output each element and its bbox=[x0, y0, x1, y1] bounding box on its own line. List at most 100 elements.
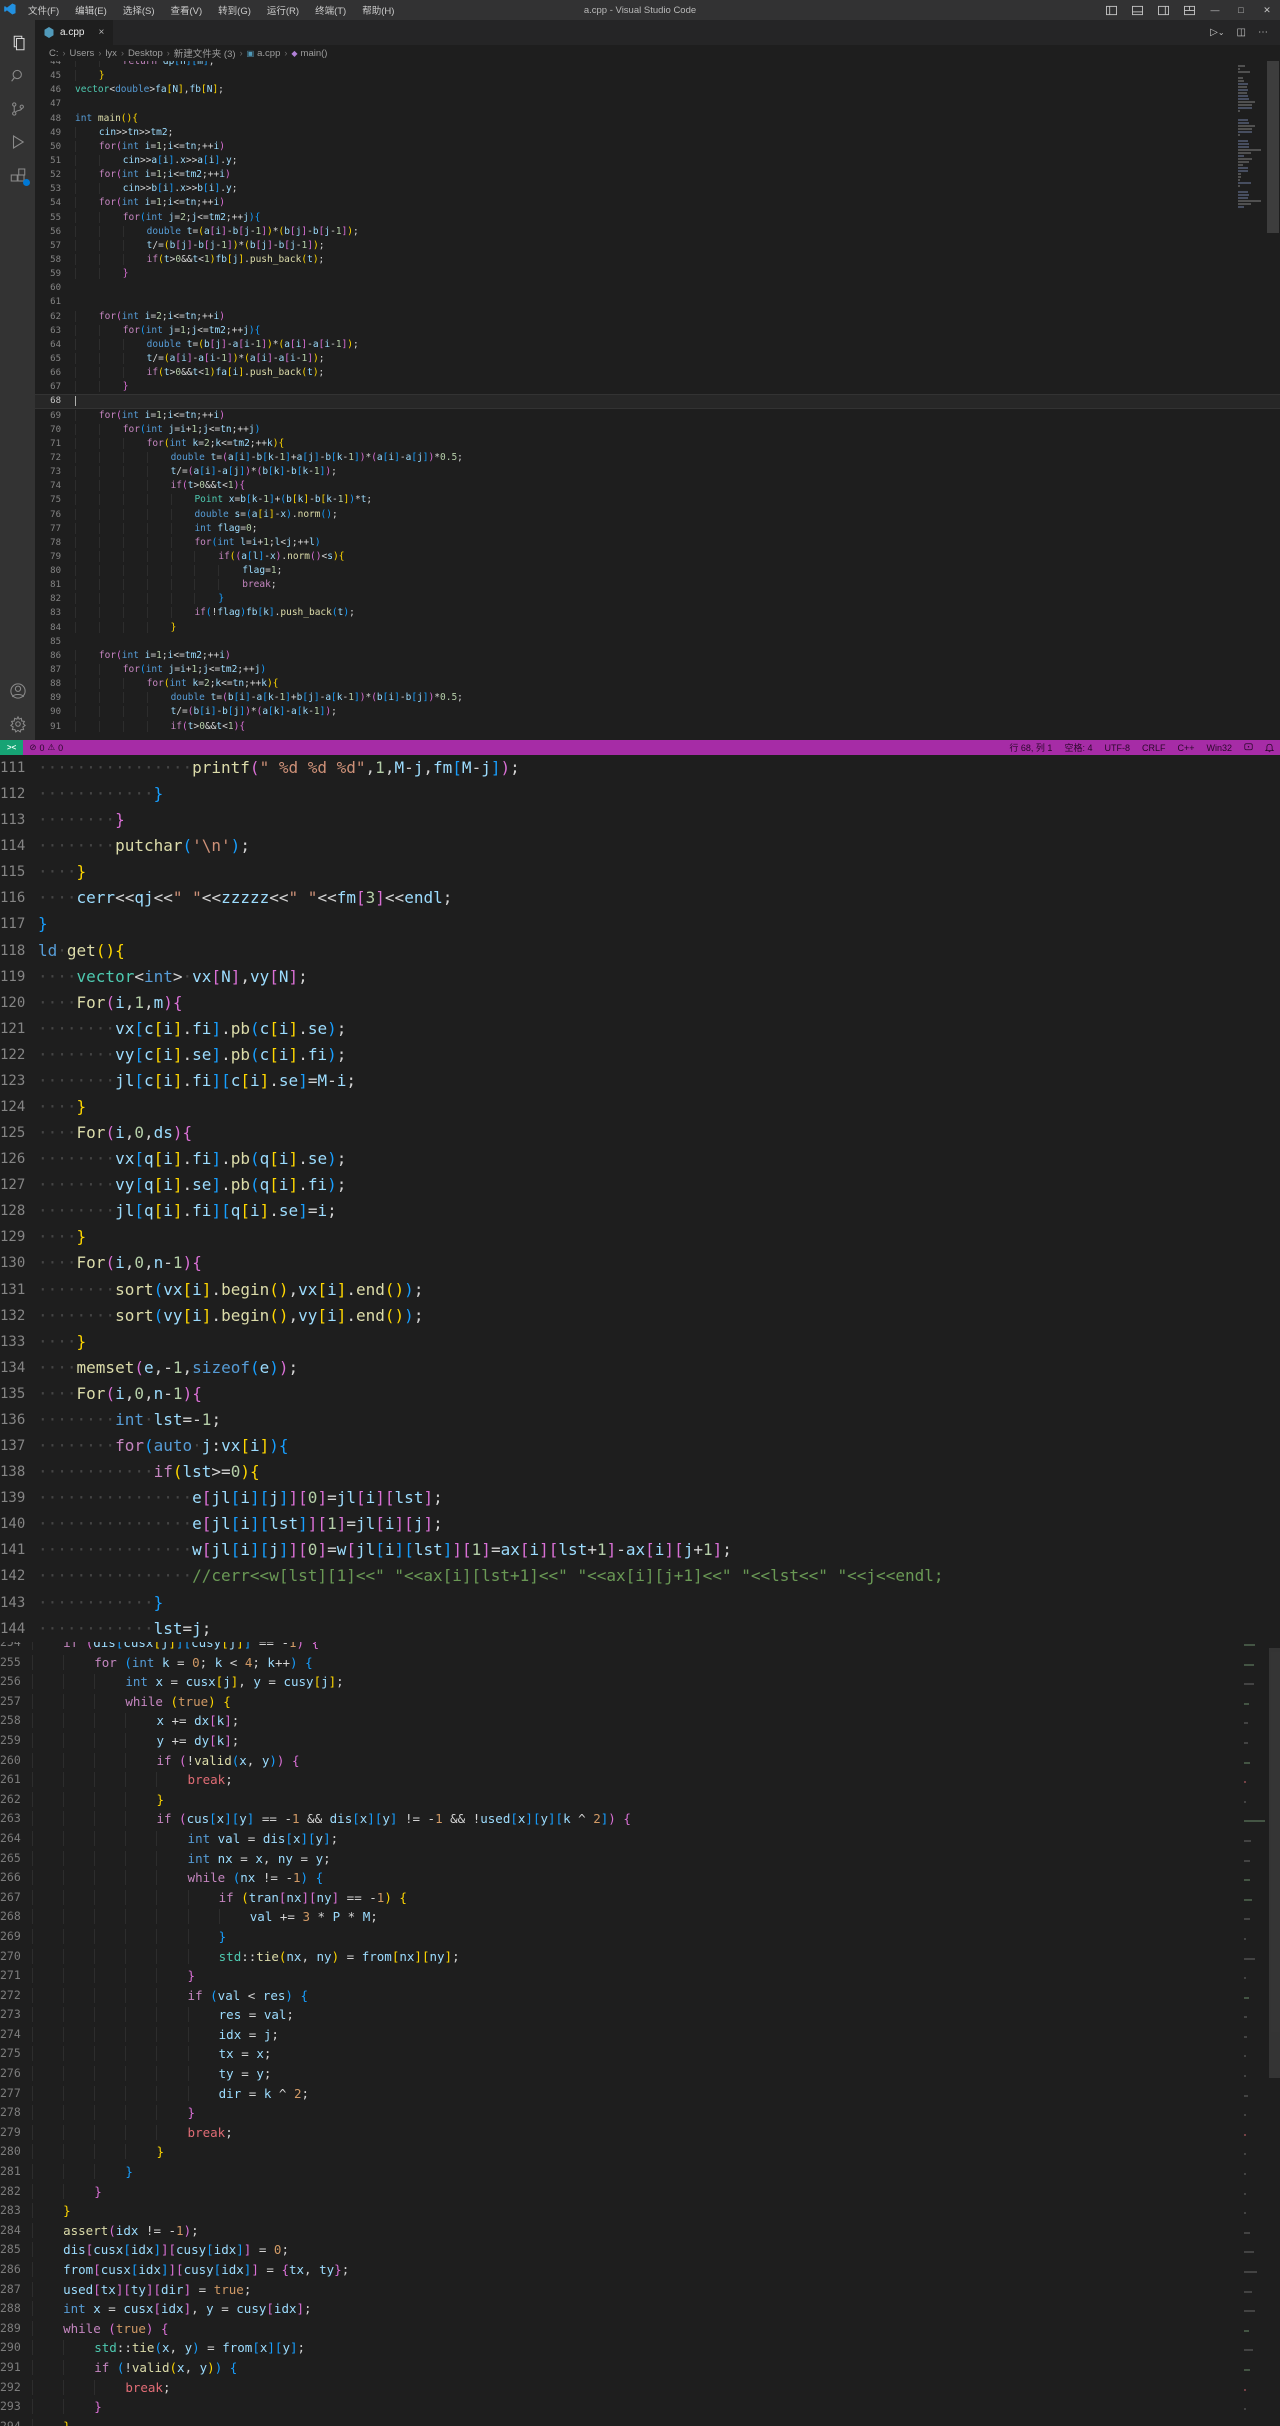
code-line[interactable]: 268 val += 3 * P * M; bbox=[0, 1907, 1280, 1927]
extensions-icon[interactable] bbox=[0, 158, 35, 191]
code-line[interactable]: 56 double t=(a[i]-b[j-1])*(b[j]-b[j-1]); bbox=[35, 225, 1280, 239]
code-line[interactable]: 137········for(auto·j:vx[i]){ bbox=[0, 1433, 1280, 1459]
code-line[interactable]: 279 break; bbox=[0, 2123, 1280, 2143]
code-line[interactable]: 58 if(t>0&&t<1)fb[j].push_back(t); bbox=[35, 253, 1280, 267]
code-line[interactable]: 129····} bbox=[0, 1224, 1280, 1250]
code-line[interactable]: 128········jl[q[i].fi][q[i].se]=i; bbox=[0, 1198, 1280, 1224]
code-line[interactable]: 49 cin>>tn>>tm2; bbox=[35, 126, 1280, 140]
code-line[interactable]: 256 int x = cusx[j], y = cusy[j]; bbox=[0, 1672, 1280, 1692]
code-line[interactable]: 59 } bbox=[35, 267, 1280, 281]
source-control-icon[interactable] bbox=[0, 92, 35, 125]
code-line[interactable]: 68 bbox=[35, 394, 1280, 408]
customize-layout-icon[interactable] bbox=[1176, 0, 1202, 20]
code-line[interactable]: 76 double s=(a[i]-x).norm(); bbox=[35, 508, 1280, 522]
run-button[interactable]: ▷⌄ bbox=[1210, 27, 1224, 38]
code-line[interactable]: 288 int x = cusx[idx], y = cusy[idx]; bbox=[0, 2299, 1280, 2319]
code-line[interactable]: 79 if((a[l]-x).norm()<s){ bbox=[35, 550, 1280, 564]
code-line[interactable]: 281 } bbox=[0, 2162, 1280, 2182]
code-line[interactable]: 54 for(int i=1;i<=tn;++i) bbox=[35, 196, 1280, 210]
code-line[interactable]: 72 double t=(a[i]-b[k-1]+a[j]-b[k-1])*(a… bbox=[35, 451, 1280, 465]
code-line[interactable]: 123········jl[c[i].fi][c[i].se]=M-i; bbox=[0, 1068, 1280, 1094]
code-line[interactable]: 290 std::tie(x, y) = from[x][y]; bbox=[0, 2338, 1280, 2358]
code-line[interactable]: 292 break; bbox=[0, 2378, 1280, 2398]
code-line[interactable]: 142················//cerr<<w[lst][1]<<" … bbox=[0, 1563, 1280, 1589]
breadcrumb-item[interactable]: Desktop bbox=[128, 48, 163, 59]
code-line[interactable]: 283 } bbox=[0, 2201, 1280, 2221]
menu-item[interactable]: 查看(V) bbox=[162, 3, 210, 17]
code-line[interactable]: 86 for(int i=1;i<=tm2;++i) bbox=[35, 649, 1280, 663]
code-line[interactable]: 141················w[jl[i][j]][0]=w[jl[i… bbox=[0, 1537, 1280, 1563]
editor-pane-middle[interactable]: 111················printf(" %d %d %d",1,… bbox=[0, 755, 1280, 1642]
code-line[interactable]: 270 std::tie(nx, ny) = from[nx][ny]; bbox=[0, 1947, 1280, 1967]
code-line[interactable]: 84 } bbox=[35, 621, 1280, 635]
code-line[interactable]: 78 for(int l=i+1;l<j;++l) bbox=[35, 536, 1280, 550]
code-line[interactable]: 124····} bbox=[0, 1094, 1280, 1120]
code-line[interactable]: 119····vector<int>·vx[N],vy[N]; bbox=[0, 964, 1280, 990]
code-line[interactable]: 130····For(i,0,n-1){ bbox=[0, 1250, 1280, 1276]
maximize-button[interactable]: □ bbox=[1228, 0, 1254, 20]
scrollbar-thumb[interactable] bbox=[1269, 1648, 1280, 2078]
code-line[interactable]: 131········sort(vx[i].begin(),vx[i].end(… bbox=[0, 1277, 1280, 1303]
code-line[interactable]: 45 } bbox=[35, 69, 1280, 83]
code-line[interactable]: 260 if (!valid(x, y)) { bbox=[0, 1751, 1280, 1771]
code-line[interactable]: 111················printf(" %d %d %d",1,… bbox=[0, 755, 1280, 781]
code-line[interactable]: 67 } bbox=[35, 380, 1280, 394]
code-line[interactable]: 125····For(i,0,ds){ bbox=[0, 1120, 1280, 1146]
code-line[interactable]: 118ld·get(){ bbox=[0, 938, 1280, 964]
code-line[interactable]: 122········vy[c[i].se].pb(c[i].fi); bbox=[0, 1042, 1280, 1068]
code-line[interactable]: 144············lst=j; bbox=[0, 1616, 1280, 1642]
menu-item[interactable]: 选择(S) bbox=[115, 3, 163, 17]
toggle-panel-icon[interactable] bbox=[1124, 0, 1150, 20]
status-item[interactable]: CRLF bbox=[1136, 743, 1172, 753]
code-line[interactable]: 114········putchar('\n'); bbox=[0, 833, 1280, 859]
code-line[interactable]: 74 if(t>0&&t<1){ bbox=[35, 479, 1280, 493]
code-line[interactable]: 120····For(i,1,m){ bbox=[0, 990, 1280, 1016]
code-line[interactable]: 57 t/=(b[j]-b[j-1])*(b[j]-b[j-1]); bbox=[35, 239, 1280, 253]
code-line[interactable]: 254 if (dis[cusx[j]][cusy[j]] == -1) { bbox=[0, 1642, 1280, 1653]
minimize-button[interactable]: — bbox=[1202, 0, 1228, 20]
code-line[interactable]: 70 for(int j=i+1;j<=tn;++j) bbox=[35, 423, 1280, 437]
code-line[interactable]: 50 for(int i=1;i<=tn;++i) bbox=[35, 140, 1280, 154]
code-line[interactable]: 289 while (true) { bbox=[0, 2319, 1280, 2339]
menu-item[interactable]: 终端(T) bbox=[307, 3, 354, 17]
code-line[interactable]: 69 for(int i=1;i<=tn;++i) bbox=[35, 409, 1280, 423]
code-line[interactable]: 48int main(){ bbox=[35, 112, 1280, 126]
breadcrumb-item[interactable]: Users bbox=[70, 48, 95, 59]
status-item[interactable]: 行 68, 列 1 bbox=[1003, 741, 1058, 754]
code-line[interactable]: 44 return dp[n][m]; bbox=[35, 61, 1280, 69]
menu-item[interactable]: 转到(G) bbox=[210, 3, 259, 17]
code-line[interactable]: 65 t/=(a[i]-a[i-1])*(a[i]-a[i-1]); bbox=[35, 352, 1280, 366]
settings-gear-icon[interactable] bbox=[0, 707, 35, 740]
close-window-button[interactable]: ✕ bbox=[1254, 0, 1280, 20]
code-line[interactable]: 46vector<double>fa[N],fb[N]; bbox=[35, 83, 1280, 97]
code-line[interactable]: 291 if (!valid(x, y)) { bbox=[0, 2358, 1280, 2378]
code-line[interactable]: 126········vx[q[i].fi].pb(q[i].se); bbox=[0, 1146, 1280, 1172]
tab-close-icon[interactable]: × bbox=[98, 27, 104, 38]
code-line[interactable]: 263 if (cus[x][y] == -1 && dis[x][y] != … bbox=[0, 1809, 1280, 1829]
code-line[interactable]: 143············} bbox=[0, 1590, 1280, 1616]
code-line[interactable]: 113········} bbox=[0, 807, 1280, 833]
code-line[interactable]: 265 int nx = x, ny = y; bbox=[0, 1849, 1280, 1869]
breadcrumb-item[interactable]: C: bbox=[49, 48, 59, 59]
code-line[interactable]: 71 for(int k=2;k<=tm2;++k){ bbox=[35, 437, 1280, 451]
status-item[interactable]: UTF-8 bbox=[1098, 743, 1136, 753]
breadcrumb-item[interactable]: ▣a.cpp bbox=[247, 48, 281, 59]
code-line[interactable]: 62 for(int i=2;i<=tn;++i) bbox=[35, 310, 1280, 324]
code-line[interactable]: 80 flag=1; bbox=[35, 564, 1280, 578]
code-line[interactable]: 75 Point x=b[k-1]+(b[k]-b[k-1])*t; bbox=[35, 493, 1280, 507]
more-actions-icon[interactable]: ⋯ bbox=[1258, 27, 1268, 38]
feedback-icon[interactable] bbox=[1238, 743, 1259, 752]
breadcrumb-item[interactable]: ◆main() bbox=[291, 48, 327, 59]
code-line[interactable]: 255 for (int k = 0; k < 4; k++) { bbox=[0, 1653, 1280, 1673]
code-line[interactable]: 88 for(int k=2;k<=tn;++k){ bbox=[35, 677, 1280, 691]
menu-item[interactable]: 文件(F) bbox=[20, 3, 67, 17]
code-line[interactable]: 55 for(int j=2;j<=tm2;++j){ bbox=[35, 211, 1280, 225]
breadcrumb-item[interactable]: lyx bbox=[105, 48, 117, 59]
code-line[interactable]: 257 while (true) { bbox=[0, 1692, 1280, 1712]
code-line[interactable]: 273 res = val; bbox=[0, 2005, 1280, 2025]
code-line[interactable]: 276 ty = y; bbox=[0, 2064, 1280, 2084]
code-line[interactable]: 133····} bbox=[0, 1329, 1280, 1355]
split-editor-icon[interactable]: ◫ bbox=[1237, 27, 1246, 38]
code-line[interactable]: 81 break; bbox=[35, 578, 1280, 592]
code-line[interactable]: 269 } bbox=[0, 1927, 1280, 1947]
